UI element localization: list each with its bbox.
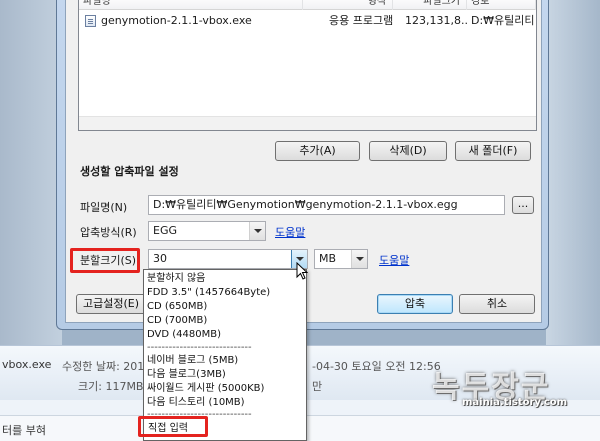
column-size[interactable]: 파일크기: [393, 0, 467, 10]
split-size-value: 30: [153, 252, 167, 265]
help-link[interactable]: 도움말: [275, 224, 305, 240]
method-label: 압축방식(R): [80, 226, 137, 239]
horizontal-scrollbar[interactable]: [79, 116, 536, 130]
watermark-url: mainia.tistory.com: [462, 397, 568, 408]
dropdown-option[interactable]: 네이버 블로그 (5MB): [147, 355, 238, 367]
row-path: D:₩유틸리티: [471, 14, 535, 27]
dropdown-option[interactable]: 분할하지 않음: [147, 273, 205, 285]
chevron-down-icon[interactable]: [351, 250, 367, 268]
details-size: 크기: 117MB: [78, 380, 144, 393]
file-list[interactable]: 파일명 형식 파일크기 경로 genymotion-2.1.1-vbox.exe…: [78, 0, 537, 131]
column-type[interactable]: 형식: [303, 0, 393, 10]
dropdown-option[interactable]: 싸이월드 게시판 (5000KB): [147, 383, 264, 395]
dropdown-option[interactable]: CD (650MB): [147, 301, 207, 313]
method-select-value: EGG: [153, 224, 177, 237]
add-button[interactable]: 추가(A): [275, 141, 360, 161]
cancel-button[interactable]: 취소: [459, 294, 535, 314]
background-window-left: [0, 0, 62, 345]
browse-button[interactable]: ...: [512, 196, 534, 214]
file-icon: [85, 15, 96, 27]
details-date: -04-30 토요일 오전 12:56: [312, 360, 441, 373]
table-row[interactable]: genymotion-2.1.1-vbox.exe 응용 프로그램 123,13…: [79, 13, 536, 29]
file-list-header: 파일명 형식 파일크기 경로: [79, 0, 536, 10]
method-select[interactable]: EGG: [148, 221, 266, 241]
details-size-suffix: 만: [312, 380, 323, 393]
dropdown-option[interactable]: 다음 블로그(3MB): [147, 369, 226, 381]
dropdown-option[interactable]: DVD (4480MB): [147, 329, 221, 341]
chevron-down-icon[interactable]: [249, 222, 265, 240]
background-window-right: [546, 0, 600, 345]
highlight-box-split-label: [70, 248, 140, 273]
column-filename[interactable]: 파일명: [79, 0, 303, 10]
filename-label: 파일명(N): [80, 201, 128, 214]
filename-input[interactable]: D:₩유틸리티₩Genymotion₩genymotion-2.1.1-vbox…: [148, 195, 505, 215]
unit-select-value: MB: [319, 252, 337, 265]
settings-section-title: 생성할 압축파일 설정: [80, 165, 179, 178]
row-size: 123,131,8...: [405, 14, 469, 27]
dropdown-option[interactable]: CD (700MB): [147, 315, 207, 327]
details-file-name: vbox.exe: [2, 358, 52, 371]
new-folder-button[interactable]: 새 폴더(F): [455, 141, 531, 161]
background-bottom-text: 터를 부혀: [2, 424, 46, 437]
unit-select[interactable]: MB: [314, 249, 368, 269]
highlight-box-custom-input: [138, 416, 208, 437]
delete-button[interactable]: 삭제(D): [369, 141, 447, 161]
dropdown-option[interactable]: 다음 티스토리 (10MB): [147, 397, 245, 409]
column-path[interactable]: 경로: [467, 0, 536, 10]
row-filename: genymotion-2.1.1-vbox.exe: [101, 14, 252, 27]
help-link-split[interactable]: 도움말: [379, 252, 409, 268]
row-type: 응용 프로그램: [329, 14, 394, 27]
dropdown-option[interactable]: FDD 3.5" (1457664Byte): [147, 287, 270, 299]
split-size-select[interactable]: 30: [148, 249, 308, 269]
compress-button[interactable]: 압축: [377, 294, 453, 314]
mouse-cursor-icon: [296, 262, 308, 280]
dropdown-separator: -----------------------------: [147, 342, 252, 353]
advanced-settings-button[interactable]: 고급설정(E): [76, 294, 146, 314]
screen: vbox.exe 수정한 날짜: 2014-0 -04-30 토요일 오전 12…: [0, 0, 600, 441]
